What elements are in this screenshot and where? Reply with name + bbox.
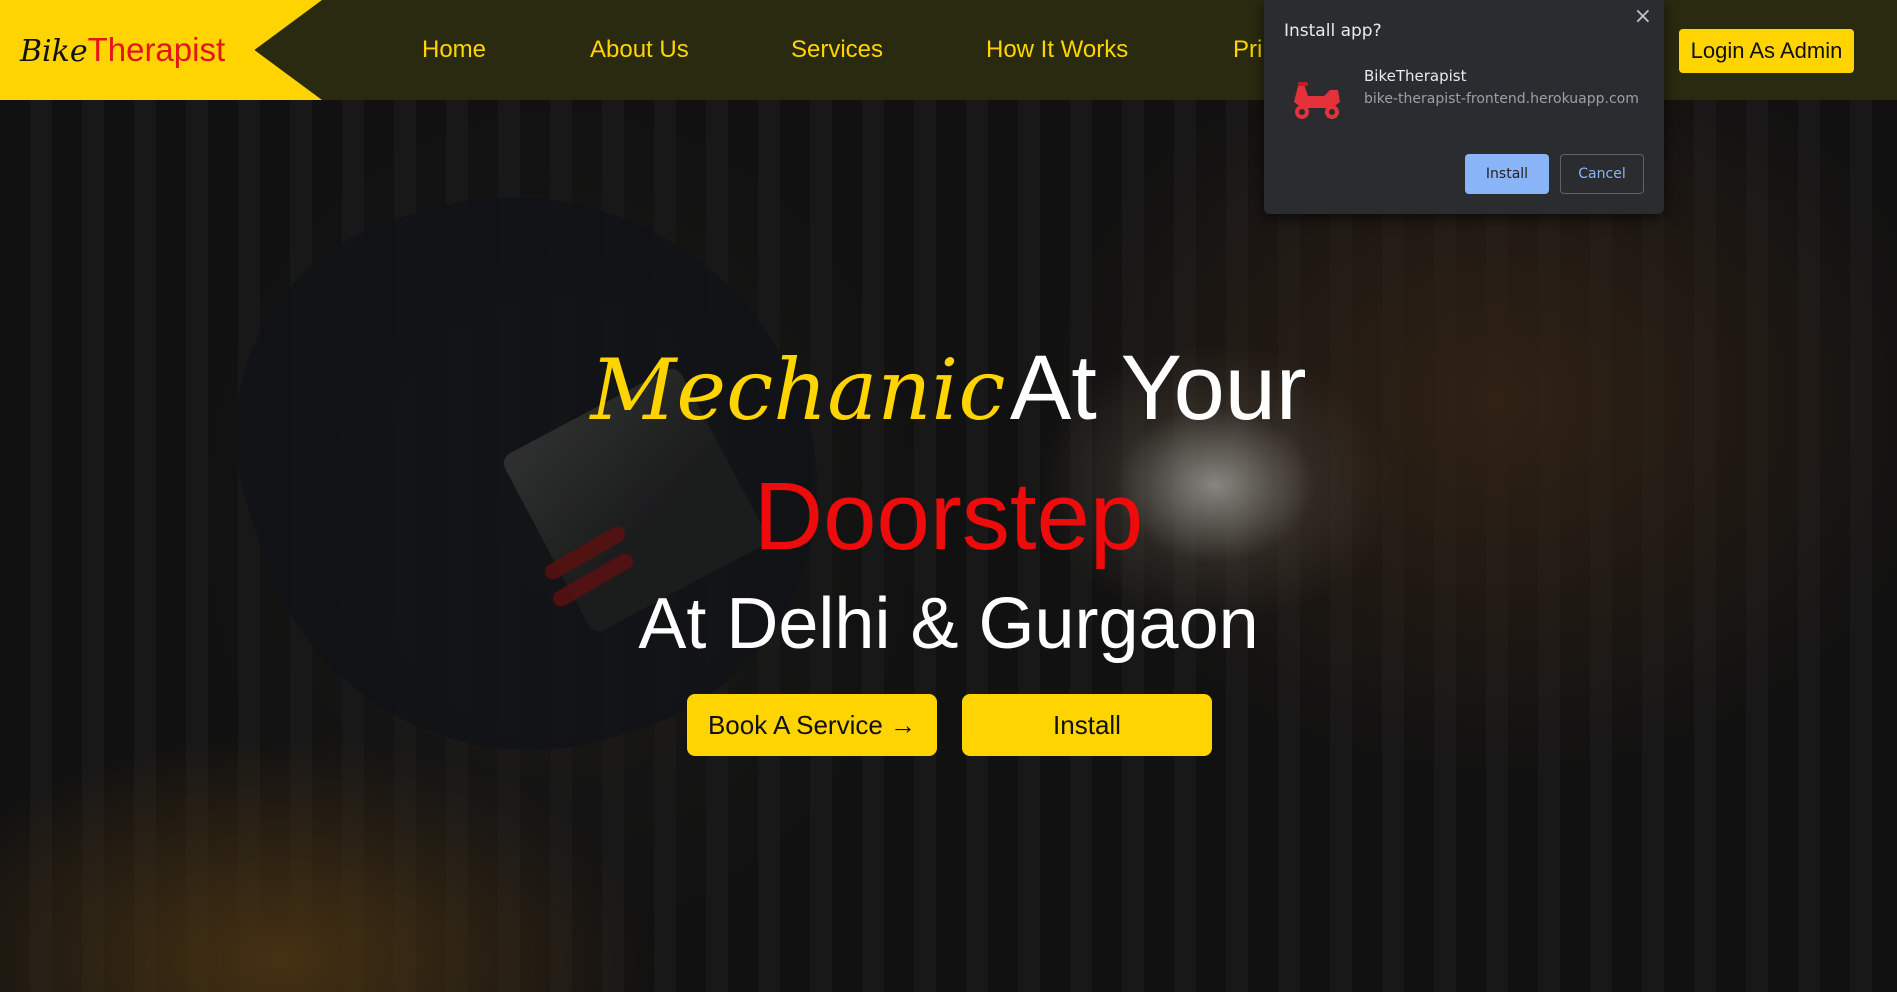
dialog-title: Install app? [1284, 21, 1382, 41]
close-icon[interactable]: × [1634, 4, 1652, 29]
logo-therapist-text: Therapist [87, 31, 226, 68]
hero-install-button[interactable]: Install [962, 694, 1212, 756]
nav-services[interactable]: Services [791, 36, 883, 64]
logo[interactable]: BikeTherapist [20, 31, 225, 71]
nav-about-us[interactable]: About Us [590, 36, 689, 64]
install-app-dialog: Install app? × BikeTherapist bike-therap… [1264, 0, 1664, 214]
dialog-app-name: BikeTherapist [1364, 67, 1467, 85]
nav-pricing[interactable]: Pri [1233, 36, 1262, 64]
hero-heading-rest: At Your [1009, 337, 1307, 439]
hero-subheading: At Delhi & Gurgaon [638, 584, 1259, 664]
book-service-button[interactable]: Book A Service → [687, 694, 937, 756]
hero-heading-line2: Doorstep [753, 463, 1144, 570]
nav-how-it-works[interactable]: How It Works [986, 36, 1128, 64]
dialog-cancel-button[interactable]: Cancel [1560, 154, 1644, 194]
hero-heading-line1: Mechanic At Your [0, 336, 1897, 441]
hero-script-word: Mechanic [590, 341, 1006, 439]
nav-home[interactable]: Home [422, 36, 486, 64]
scooter-icon [1284, 76, 1348, 124]
dialog-install-button[interactable]: Install [1465, 154, 1549, 194]
login-as-admin-button[interactable]: Login As Admin [1679, 29, 1854, 73]
dialog-app-url: bike-therapist-frontend.herokuapp.com [1364, 91, 1639, 107]
logo-bike-text: Bike [20, 34, 88, 69]
